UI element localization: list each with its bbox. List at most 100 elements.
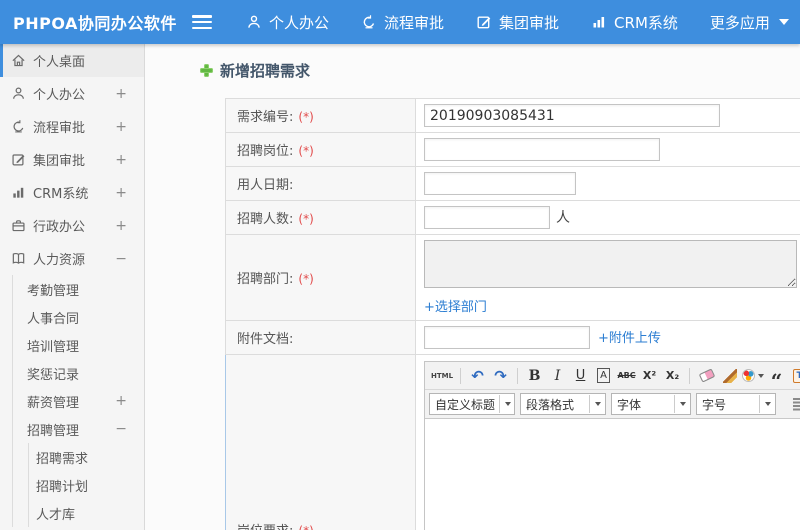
underline-icon[interactable]: U (570, 365, 591, 386)
sidebar-item-attendance-management[interactable]: 考勤管理 (0, 275, 144, 303)
field-label-cell: 岗位要求: (*) (225, 354, 416, 530)
sidebar-item-label: 行政办公 (33, 220, 86, 235)
expand-toggle[interactable]: + (115, 185, 127, 201)
sidebar-item-label: 招聘需求 (36, 451, 89, 467)
workflow-icon (11, 119, 26, 134)
undo-icon[interactable]: ↶ (467, 365, 488, 386)
font-style-icon[interactable]: A (593, 365, 614, 386)
sidebar-item-group-approval[interactable]: 集团审批 + (0, 143, 144, 176)
sidebar-item-label: 人力资源 (33, 253, 86, 268)
nav-group-approval[interactable]: 集团审批 (476, 12, 559, 33)
app-brand: PHPOA协同办公软件 (13, 14, 177, 33)
sidebar-item-label: 招聘计划 (36, 479, 89, 495)
field-label-cell: 用人日期: (225, 166, 416, 201)
toolbar-separator (689, 367, 691, 384)
sidebar-item-reward-punishment[interactable]: 奖惩记录 (0, 359, 144, 387)
recruitment-position-input[interactable] (424, 138, 660, 161)
rich-text-editor: HTML ↶ ↷ B I U A ABC X² X₂ “ T 自定义标题 段落格… (424, 361, 800, 530)
demand-number-input[interactable] (424, 104, 720, 127)
strikethrough-icon[interactable]: ABC (616, 365, 637, 386)
table-row: 岗位要求: (*) HTML ↶ ↷ B I U A ABC X² (225, 354, 800, 530)
select-department-link[interactable]: +选择部门 (424, 296, 800, 315)
align-left-icon[interactable] (789, 394, 800, 415)
edit-icon (476, 14, 492, 30)
expand-toggle[interactable]: + (115, 152, 127, 168)
sidebar-item-label: CRM系统 (33, 187, 89, 202)
top-nav: 个人办公 流程审批 集团审批 CRM系统 更多应用 (246, 12, 789, 33)
custom-heading-select[interactable]: 自定义标题 (429, 393, 515, 415)
attachment-input[interactable] (424, 326, 590, 349)
sidebar-item-label: 招聘管理 (27, 423, 80, 439)
user-icon (246, 14, 262, 30)
nav-label: 个人办公 (269, 13, 330, 32)
collapse-toggle[interactable]: − (115, 251, 127, 267)
expand-toggle[interactable]: + (115, 119, 127, 135)
headcount-input[interactable] (424, 206, 550, 229)
sidebar-item-label: 培训管理 (27, 339, 80, 355)
recruitment-form: 需求编号: (*) 招聘岗位: (*) 用人日期: 招聘人数: (*) (225, 98, 800, 530)
superscript-icon[interactable]: X² (639, 365, 660, 386)
field-label: 招聘部门: (237, 272, 294, 287)
table-row: 招聘人数: (*) 人 (225, 200, 800, 235)
toolbar-separator (517, 367, 519, 384)
italic-icon[interactable]: I (547, 365, 568, 386)
nav-label: 集团审批 (499, 13, 560, 32)
bar-chart-icon (11, 185, 26, 200)
nav-workflow-approval[interactable]: 流程审批 (361, 12, 444, 33)
sidebar-item-personal-desktop[interactable]: 个人桌面 (0, 44, 144, 77)
field-label: 招聘岗位: (237, 144, 294, 159)
paste-template-icon[interactable]: T (789, 365, 800, 386)
sidebar-item-salary-management[interactable]: 薪资管理 + (0, 387, 144, 415)
subscript-icon[interactable]: X₂ (662, 365, 683, 386)
blockquote-icon[interactable]: “ (766, 365, 787, 391)
chevron-down-icon (674, 395, 688, 413)
sidebar-menu: 个人桌面 个人办公 + 流程审批 + 集团审批 + CRM系统 + 行政办公 + (0, 44, 145, 530)
recruitment-department-textarea[interactable] (424, 240, 797, 288)
table-row: 招聘岗位: (*) (225, 132, 800, 167)
redo-icon[interactable]: ↷ (490, 365, 511, 386)
sidebar-item-hr-contracts[interactable]: 人事合同 (0, 303, 144, 331)
required-mark: (*) (298, 524, 313, 530)
table-row: 附件文档: +附件上传 (225, 320, 800, 355)
expand-toggle[interactable]: + (115, 86, 127, 102)
sidebar-item-label: 人事合同 (27, 311, 80, 327)
nav-more-apps[interactable]: 更多应用 (710, 12, 789, 33)
hiring-date-input[interactable] (424, 172, 576, 195)
sidebar-item-admin-office[interactable]: 行政办公 + (0, 209, 144, 242)
nav-label: 更多应用 (709, 13, 770, 32)
attachment-upload-link[interactable]: +附件上传 (598, 331, 661, 346)
add-plus-icon (200, 64, 213, 77)
format-brush-icon[interactable] (719, 365, 740, 386)
nav-personal-office[interactable]: 个人办公 (246, 12, 329, 33)
nav-crm-system[interactable]: CRM系统 (591, 12, 678, 33)
sidebar-item-recruitment-management[interactable]: 招聘管理 − (0, 415, 144, 443)
paragraph-format-select[interactable]: 段落格式 (520, 393, 606, 415)
sidebar-item-personal-office[interactable]: 个人办公 + (0, 77, 144, 110)
sidebar-item-label: 奖惩记录 (27, 367, 80, 383)
field-label-cell: 招聘人数: (*) (225, 200, 416, 235)
sidebar-item-recruitment-demand[interactable]: 招聘需求 (0, 443, 144, 471)
expand-toggle[interactable]: + (115, 393, 127, 409)
font-family-select[interactable]: 字体 (611, 393, 691, 415)
sidebar-item-human-resources[interactable]: 人力资源 − (0, 242, 144, 275)
source-code-button[interactable]: HTML (430, 365, 454, 386)
remove-format-icon[interactable] (696, 365, 717, 386)
sidebar-item-crm-system[interactable]: CRM系统 + (0, 176, 144, 209)
editor-content-area[interactable] (425, 419, 800, 530)
collapse-toggle[interactable]: − (115, 421, 127, 437)
table-row: 用人日期: (225, 166, 800, 201)
menu-toggle-icon[interactable] (192, 15, 212, 29)
sidebar-item-training-management[interactable]: 培训管理 (0, 331, 144, 359)
sidebar-item-recruitment-plan[interactable]: 招聘计划 (0, 471, 144, 499)
field-label: 岗位要求: (237, 524, 293, 530)
headcount-unit: 人 (556, 209, 570, 226)
font-size-select[interactable]: 字号 (696, 393, 776, 415)
sidebar-item-workflow-approval[interactable]: 流程审批 + (0, 110, 144, 143)
bold-icon[interactable]: B (524, 365, 545, 386)
table-row: 招聘部门: (*) +选择部门 (225, 234, 800, 321)
sidebar-item-talent-pool[interactable]: 人才库 (0, 499, 144, 527)
book-icon (11, 251, 26, 266)
expand-toggle[interactable]: + (115, 218, 127, 234)
color-palette-icon[interactable] (742, 365, 765, 386)
required-mark: (*) (298, 212, 314, 226)
